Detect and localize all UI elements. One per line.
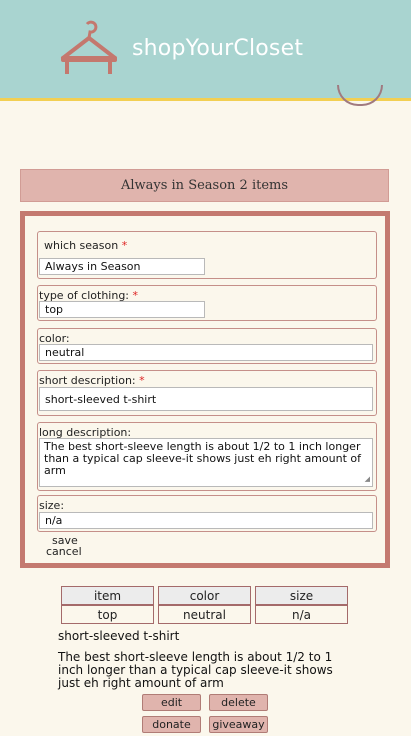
long-description-group: long description: The best short-sleeve … <box>37 422 377 491</box>
size-group: size: n/a <box>37 495 377 532</box>
color-group: color: neutral <box>37 328 377 364</box>
table-cell-item: top <box>61 605 154 624</box>
color-input[interactable]: neutral <box>39 344 373 361</box>
table-cell-size: n/a <box>255 605 348 624</box>
short-description-input[interactable]: short-sleeved t-shirt <box>39 387 373 411</box>
long-description-textarea[interactable]: The best short-sleeve length is about 1/… <box>39 438 373 487</box>
delete-button[interactable]: delete <box>209 694 268 711</box>
resize-handle-icon[interactable]: ◢ <box>365 473 370 485</box>
table-header-item: item <box>61 586 154 605</box>
clothing-type-input[interactable]: top <box>39 301 205 318</box>
app-header: shopYourCloset <box>0 0 411 98</box>
edit-button[interactable]: edit <box>142 694 201 711</box>
season-label: which season <box>44 239 119 252</box>
size-label: size: <box>39 499 65 512</box>
required-marker: * <box>121 239 128 252</box>
size-input[interactable]: n/a <box>39 512 373 529</box>
long-description-text: The best short-sleeve length is about 1/… <box>44 440 361 477</box>
hanger-icon[interactable] <box>58 18 120 80</box>
giveaway-button[interactable]: giveaway <box>209 716 268 733</box>
table-cell-color: neutral <box>158 605 251 624</box>
season-group: which season * Always in Season <box>37 231 377 279</box>
cancel-link[interactable]: cancel <box>46 545 82 558</box>
brand-title[interactable]: shopYourCloset <box>132 36 303 61</box>
season-banner: Always in Season 2 items <box>20 169 389 202</box>
table-header-size: size <box>255 586 348 605</box>
item-title: short-sleeved t-shirt <box>58 629 180 643</box>
short-description-group: short description: * short-sleeved t-shi… <box>37 370 377 416</box>
clothing-type-group: type of clothing: * top <box>37 285 377 321</box>
short-description-label: short description: <box>39 374 136 387</box>
season-input[interactable]: Always in Season <box>39 258 205 275</box>
item-description: The best short-sleeve length is about 1/… <box>58 650 333 690</box>
profile-arc-icon[interactable] <box>337 85 383 106</box>
required-marker: * <box>139 374 145 387</box>
edit-item-form: which season * Always in Season type of … <box>20 211 390 568</box>
donate-button[interactable]: donate <box>142 716 201 733</box>
table-header-color: color <box>158 586 251 605</box>
